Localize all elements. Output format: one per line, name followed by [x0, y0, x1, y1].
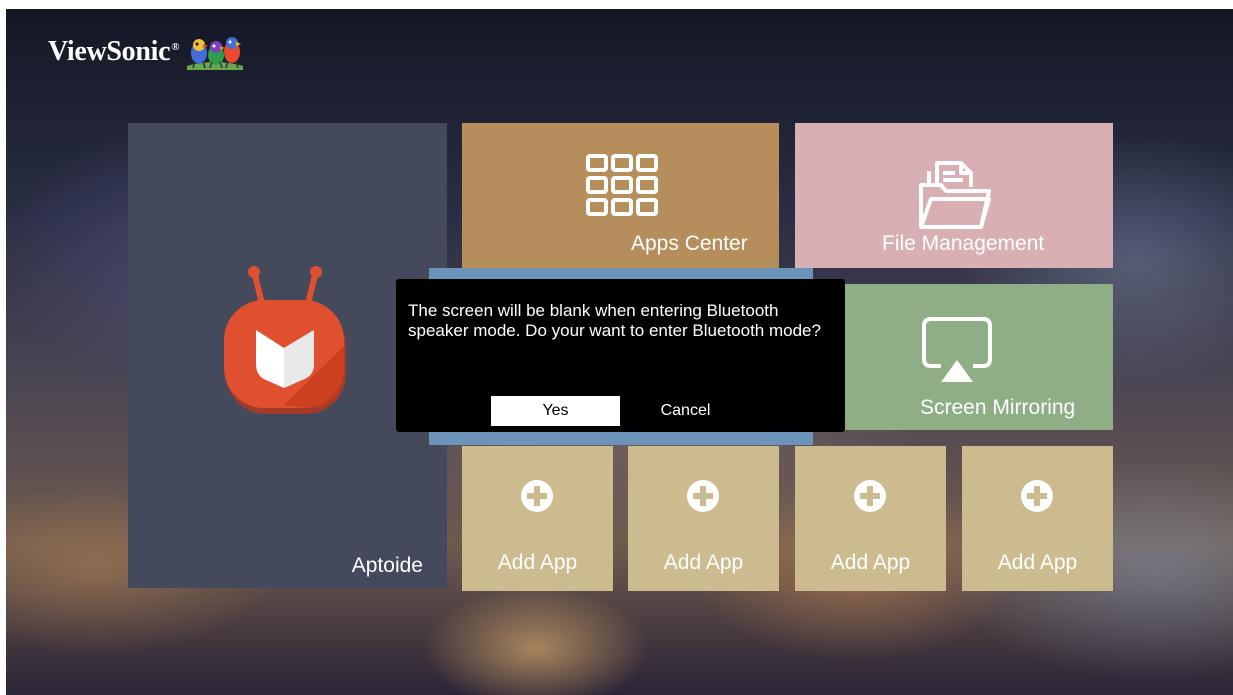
tile-apps-center[interactable]: Apps Center [462, 123, 779, 268]
tile-file-management[interactable]: File Management [795, 123, 1113, 268]
tile-add-app-1[interactable]: Add App [462, 446, 613, 591]
dialog-message: The screen will be blank when entering B… [408, 301, 821, 340]
tile-label: Add App [830, 551, 911, 574]
tile-label: Screen Mirroring [920, 396, 1076, 419]
plus-circle-icon [854, 480, 886, 512]
tile-label: Add App [497, 551, 578, 574]
screen-cast-icon [922, 317, 992, 382]
bluetooth-confirm-dialog: The screen will be blank when entering B… [396, 279, 845, 432]
yes-button[interactable]: Yes [491, 396, 620, 426]
tile-label: Add App [663, 551, 744, 574]
registered-mark: ® [171, 40, 180, 53]
folder-files-icon [919, 161, 991, 229]
tile-add-app-2[interactable]: Add App [628, 446, 779, 591]
tile-label: Aptoide [351, 554, 423, 577]
plus-circle-icon [1021, 480, 1053, 512]
lorikeet-birds-icon [187, 37, 244, 70]
home-screen: ViewSonic® Aptoide Apps Center File Mana… [6, 9, 1233, 695]
tile-label: File Management [882, 232, 1045, 255]
tile-add-app-3[interactable]: Add App [795, 446, 946, 591]
viewsonic-logo: ViewSonic® [48, 33, 245, 71]
tile-label: Apps Center [631, 232, 748, 255]
apps-grid-icon [586, 154, 658, 216]
tile-label: Add App [997, 551, 1078, 574]
tile-add-app-4[interactable]: Add App [962, 446, 1113, 591]
plus-circle-icon [521, 480, 553, 512]
cancel-button[interactable]: Cancel [621, 396, 750, 426]
plus-circle-icon [687, 480, 719, 512]
brand-name: ViewSonic® [48, 36, 180, 67]
aptoide-tv-icon [224, 266, 346, 414]
